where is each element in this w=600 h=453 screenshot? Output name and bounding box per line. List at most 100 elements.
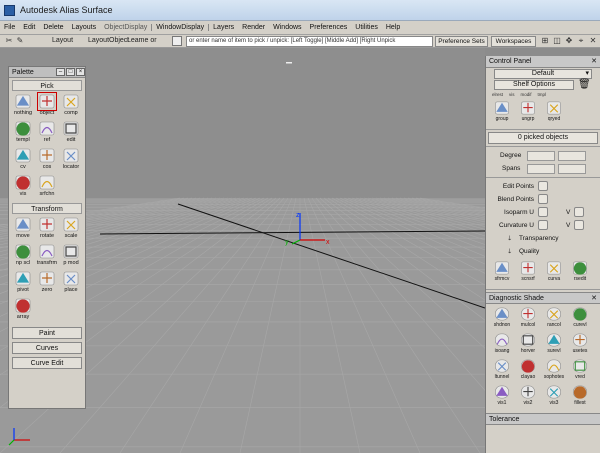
diagnostic-shade-close-icon[interactable]: ✕ bbox=[591, 293, 597, 305]
menu-edit[interactable]: Edit bbox=[19, 24, 39, 31]
degree-u-field[interactable] bbox=[527, 151, 555, 161]
diag-tool-vis3[interactable]: vis3 bbox=[542, 384, 566, 409]
shelf-tool-group[interactable]: group bbox=[490, 100, 514, 125]
pick-tool-templ[interactable]: templ bbox=[11, 119, 35, 146]
diag-tool-vis1[interactable]: vis1 bbox=[490, 384, 514, 409]
palette-minimize-icon[interactable]: – bbox=[56, 68, 65, 76]
curve-edit-button[interactable]: Curve Edit bbox=[12, 357, 82, 369]
tolerance-title: Tolerance bbox=[489, 416, 520, 423]
pick-tool-cos[interactable]: cos bbox=[35, 146, 59, 173]
scissors-icon[interactable]: ✂ bbox=[4, 36, 14, 46]
pencil-icon[interactable]: ✎ bbox=[15, 36, 25, 46]
control-panel-close-icon[interactable]: ✕ bbox=[591, 56, 597, 68]
palette-close-icon[interactable]: × bbox=[76, 68, 85, 76]
pick-tool-object[interactable]: object bbox=[35, 92, 59, 119]
transform-tool-array[interactable]: array bbox=[11, 296, 35, 323]
blend-points-checkbox[interactable] bbox=[538, 194, 548, 204]
transform-tool-rotate[interactable]: rotate bbox=[35, 215, 59, 242]
transform-section-header[interactable]: Transform bbox=[12, 203, 82, 214]
layer-field[interactable]: Leame or bbox=[127, 35, 157, 47]
shelf-icon-1[interactable]: ⊞ bbox=[540, 36, 550, 46]
workspaces-button[interactable]: Workspaces bbox=[491, 36, 536, 47]
transform-tool-place[interactable]: place bbox=[59, 269, 83, 296]
edit-points-checkbox[interactable] bbox=[538, 181, 548, 191]
transform-tool-move[interactable]: move bbox=[11, 215, 35, 242]
pick-tool-srfchn[interactable]: srfchn bbox=[35, 173, 59, 200]
pick-prompt-input[interactable]: or enter name of item to pick / unpick: … bbox=[186, 36, 433, 47]
spans-v-field[interactable] bbox=[558, 164, 586, 174]
menu-layers[interactable]: Layers bbox=[209, 24, 238, 31]
menu-utilities[interactable]: Utilities bbox=[351, 24, 382, 31]
prompt-toggle-icon[interactable] bbox=[172, 36, 182, 46]
degree-v-field[interactable] bbox=[558, 151, 586, 161]
pick-tool-vis[interactable]: vis bbox=[11, 173, 35, 200]
menu-preferences[interactable]: Preferences bbox=[306, 24, 352, 31]
diag-tool-surevl[interactable]: surevl bbox=[542, 332, 566, 357]
shelf-tab-layoutobject[interactable]: LayoutObject bbox=[88, 35, 129, 47]
diag-tool-shdnon[interactable]: shdnon bbox=[490, 306, 514, 331]
diag-tool-vred[interactable]: vred bbox=[568, 358, 592, 383]
surface-tool-rsedit[interactable]: rsedit bbox=[568, 260, 592, 285]
pick-section-header[interactable]: Pick bbox=[12, 80, 82, 91]
preference-sets-button[interactable]: Preference Sets bbox=[435, 36, 488, 47]
curvature-v-checkbox[interactable] bbox=[574, 220, 584, 230]
diag-tool-rancol[interactable]: rancol bbox=[542, 306, 566, 331]
surface-tool-sfrmcv[interactable]: sfrmcv bbox=[490, 260, 514, 285]
menu-render[interactable]: Render bbox=[238, 24, 269, 31]
transform-tool-pivot[interactable]: pivot bbox=[11, 269, 35, 296]
curvature-u-checkbox[interactable] bbox=[538, 220, 548, 230]
diag-tool-curevl[interactable]: curevl bbox=[568, 306, 592, 331]
menu-windows[interactable]: Windows bbox=[269, 24, 305, 31]
transform-tool-np-scl[interactable]: np scl bbox=[11, 242, 35, 269]
surface-tool-scnsrf[interactable]: scnsrf bbox=[516, 260, 540, 285]
palette-maximize-icon[interactable]: □ bbox=[66, 68, 75, 76]
transparency-row[interactable]: 🡓 Transparency bbox=[486, 232, 600, 245]
isoparm-v-checkbox[interactable] bbox=[574, 207, 584, 217]
viewport-minimize-icon[interactable] bbox=[286, 62, 292, 64]
menu-windowdisplay[interactable]: WindowDisplay bbox=[151, 24, 210, 31]
menu-delete[interactable]: Delete bbox=[39, 24, 67, 31]
shelf-tab-layout[interactable]: Layout bbox=[52, 35, 73, 47]
spans-u-field[interactable] bbox=[527, 164, 555, 174]
pick-tool-cv[interactable]: cv bbox=[11, 146, 35, 173]
shelf-icon-2[interactable]: ◫ bbox=[552, 36, 562, 46]
shelf-tool-qryed[interactable]: qryed bbox=[542, 100, 566, 125]
close-icon[interactable]: ✕ bbox=[588, 36, 598, 46]
palette-titlebar[interactable]: Palette – □ × bbox=[9, 67, 85, 78]
diag-tool-ltunnel[interactable]: ltunnel bbox=[490, 358, 514, 383]
diag-tool-usetes[interactable]: usetes bbox=[568, 332, 592, 357]
diag-tool-isoang[interactable]: isoang bbox=[490, 332, 514, 357]
menu-file[interactable]: File bbox=[0, 24, 19, 31]
pick-tool-nothing[interactable]: nothing bbox=[11, 92, 35, 119]
menu-objectdisplay[interactable]: ObjectDisplay bbox=[100, 24, 151, 31]
curvature-icon bbox=[547, 261, 561, 275]
shelf-icon-3[interactable]: ✥ bbox=[564, 36, 574, 46]
surface-tool-curva[interactable]: curva bbox=[542, 260, 566, 285]
shelf-tool-ungrp[interactable]: ungrp bbox=[516, 100, 540, 125]
isoparm-u-checkbox[interactable] bbox=[538, 207, 548, 217]
menu-layouts[interactable]: Layouts bbox=[68, 24, 101, 31]
pick-tool-edit[interactable]: edit bbox=[59, 119, 83, 146]
diag-tool-mulcol[interactable]: mulcol bbox=[516, 306, 540, 331]
transform-tool-scale[interactable]: scale bbox=[59, 215, 83, 242]
diag-tool-sophotes[interactable]: sophotes bbox=[542, 358, 566, 383]
workspace-dropdown[interactable]: Default ▾ bbox=[494, 69, 592, 79]
transform-tool-p-mod[interactable]: p mod bbox=[59, 242, 83, 269]
ungroup-icon bbox=[521, 101, 535, 115]
menu-help[interactable]: Help bbox=[382, 24, 404, 31]
paint-button[interactable]: Paint bbox=[12, 327, 82, 339]
quality-row[interactable]: 🡓 Quality bbox=[486, 245, 600, 258]
diag-tool-horver[interactable]: horver bbox=[516, 332, 540, 357]
diag-tool-fillest[interactable]: fillest bbox=[568, 384, 592, 409]
pick-tool-comp[interactable]: comp bbox=[59, 92, 83, 119]
pick-tool-locator[interactable]: locator bbox=[59, 146, 83, 173]
pick-tool-ref[interactable]: ref bbox=[35, 119, 59, 146]
transform-tool-transfrm[interactable]: transfrm bbox=[35, 242, 59, 269]
curves-button[interactable]: Curves bbox=[12, 342, 82, 354]
shelf-icon-4[interactable]: ⌖ bbox=[576, 36, 586, 46]
trash-icon[interactable]: 🗑 bbox=[578, 79, 591, 90]
diag-tool-vis2[interactable]: vis2 bbox=[516, 384, 540, 409]
shelf-options-dropdown[interactable]: Shelf Options bbox=[494, 80, 574, 90]
diag-tool-clayao[interactable]: clayao bbox=[516, 358, 540, 383]
transform-tool-zero[interactable]: zero bbox=[35, 269, 59, 296]
